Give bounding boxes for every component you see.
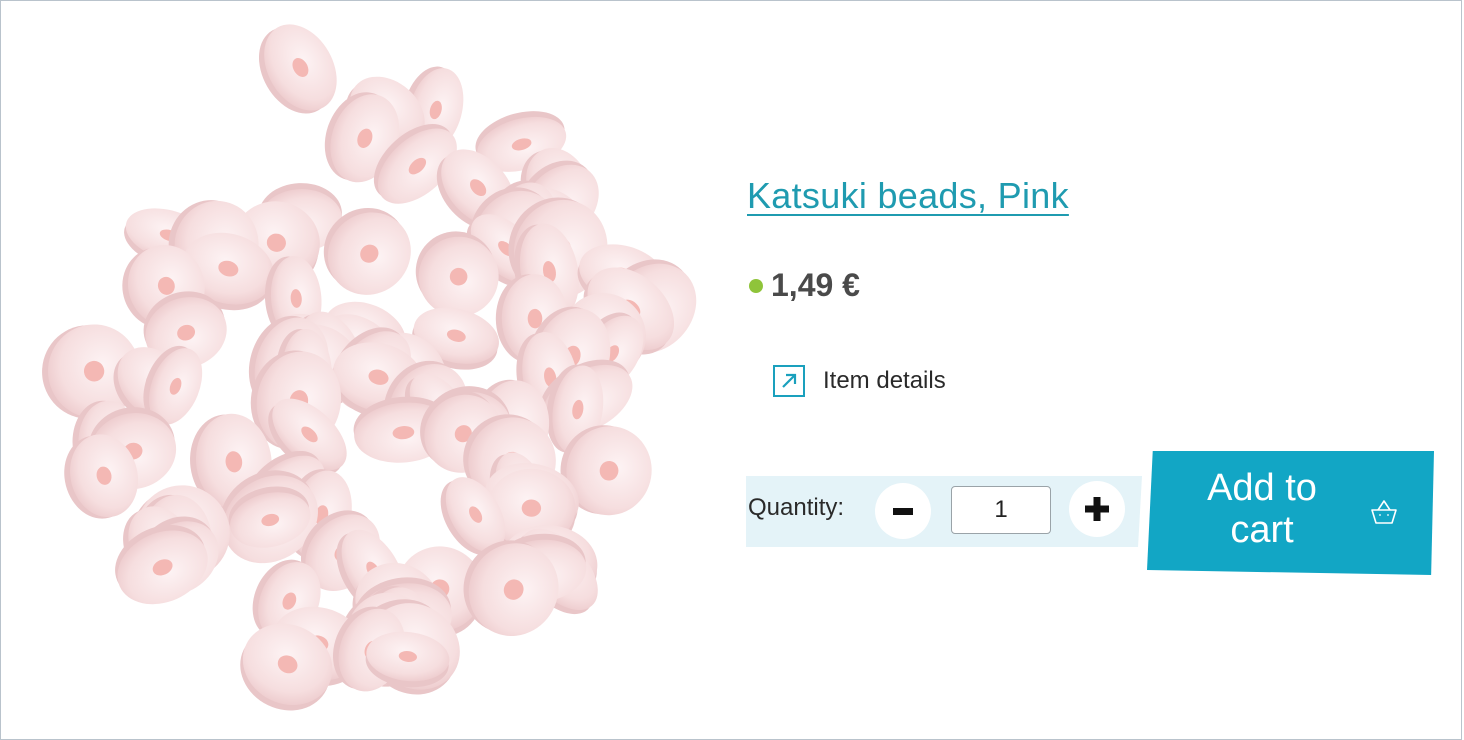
stock-indicator-dot (749, 278, 763, 293)
product-card: Katsuki beads, Pink 1,49 € Item details … (0, 0, 1462, 740)
quantity-label: Quantity: (748, 494, 845, 521)
plus-icon (1085, 497, 1109, 521)
minus-icon (893, 508, 913, 515)
quantity-input[interactable] (951, 486, 1051, 534)
product-price: 1,49 € (771, 267, 860, 303)
decrease-quantity-button[interactable] (875, 483, 931, 539)
item-details-label: Item details (823, 367, 946, 394)
price-row: 1,49 € (749, 267, 860, 304)
product-image (42, 24, 697, 711)
item-details-link[interactable]: Item details (773, 365, 946, 397)
product-title-link[interactable]: Katsuki beads, Pink (747, 175, 1069, 217)
basket-icon (1371, 500, 1397, 524)
add-to-cart-label: Add to cart (1207, 467, 1317, 551)
external-arrow-icon (773, 365, 805, 397)
add-to-cart-button[interactable]: Add to cart (1147, 451, 1434, 575)
increase-quantity-button[interactable] (1069, 481, 1125, 537)
